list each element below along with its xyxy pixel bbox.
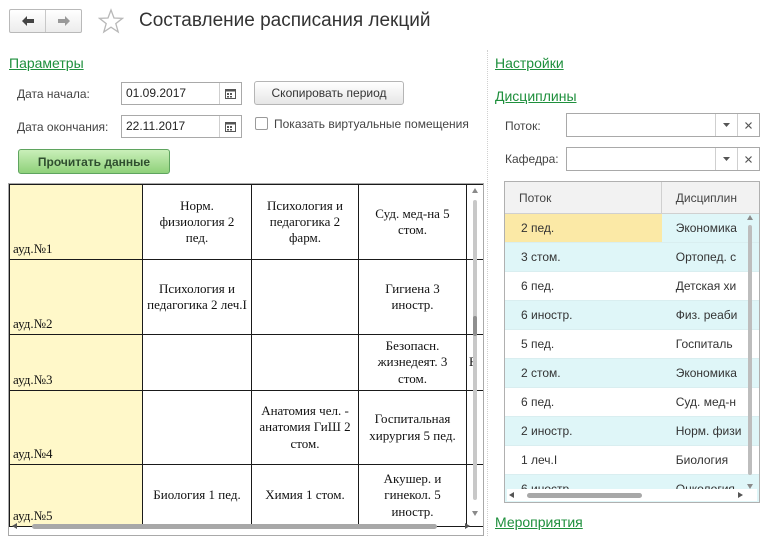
list-item[interactable]: 6 пед. Суд. мед-н bbox=[505, 388, 759, 417]
start-date-calendar-button[interactable] bbox=[219, 83, 241, 104]
lecture-cell[interactable] bbox=[251, 334, 359, 391]
stream-cell: 3 стом. bbox=[521, 250, 561, 264]
end-date-label: Дата окончания: bbox=[17, 120, 109, 134]
department-field[interactable] bbox=[566, 147, 760, 171]
lecture-cell[interactable]: Психология и педагогика 2 фарм. bbox=[251, 184, 359, 260]
start-date-field[interactable]: 01.09.2017 bbox=[121, 82, 242, 105]
column-header-discipline[interactable]: Дисциплин bbox=[662, 182, 759, 213]
virtual-rooms-checkbox[interactable] bbox=[255, 117, 268, 130]
stream-label: Поток: bbox=[505, 119, 541, 133]
schedule-horizontal-scrollbar[interactable] bbox=[10, 520, 472, 532]
schedule-row: ауд.№3 Безопасн. жизнедеят. 3 стом. В bbox=[9, 334, 483, 391]
end-date-calendar-button[interactable] bbox=[219, 116, 241, 137]
start-date-value[interactable]: 01.09.2017 bbox=[122, 83, 219, 104]
calendar-icon bbox=[225, 122, 236, 132]
lecture-cell[interactable] bbox=[142, 334, 252, 391]
stream-cell: 6 пед. bbox=[521, 279, 555, 293]
department-label: Кафедра: bbox=[505, 152, 559, 166]
lecture-cell[interactable]: Химия 1 стом. bbox=[251, 464, 359, 527]
lecture-cell[interactable]: Акушер. и гинекол. 5 иностр. bbox=[358, 464, 467, 527]
disciplines-horizontal-scrollbar[interactable] bbox=[507, 489, 757, 501]
department-clear-button[interactable] bbox=[737, 148, 759, 170]
events-section-link[interactable]: Мероприятия bbox=[495, 514, 583, 530]
arrow-left-icon bbox=[21, 16, 34, 26]
arrow-right-icon bbox=[57, 16, 70, 26]
star-icon bbox=[97, 8, 125, 34]
list-item[interactable]: 2 иностр. Норм. физи bbox=[505, 417, 759, 446]
parameters-section-link[interactable]: Параметры bbox=[9, 55, 84, 71]
lecture-cell[interactable]: Гигиена 3 иностр. bbox=[358, 259, 467, 335]
end-date-field[interactable]: 22.11.2017 bbox=[121, 115, 242, 138]
lecture-cell[interactable] bbox=[142, 390, 252, 465]
lecture-cell[interactable]: Анатомия чел. - анатомия ГиШ 2 стом. bbox=[251, 390, 359, 465]
copy-period-button[interactable]: Скопировать период bbox=[254, 81, 404, 105]
favorite-star-button[interactable] bbox=[97, 8, 125, 34]
schedule-row: ауд.№4 Анатомия чел. - анатомия ГиШ 2 ст… bbox=[9, 390, 483, 465]
list-item[interactable]: 5 пед. Госпиталь bbox=[505, 330, 759, 359]
lecture-cell[interactable]: Психология и педагогика 2 леч.I bbox=[142, 259, 252, 335]
panel-separator bbox=[487, 50, 488, 536]
list-item[interactable]: 2 пед. Экономика bbox=[505, 214, 759, 243]
room-cell[interactable]: ауд.№5 bbox=[9, 464, 143, 527]
lecture-cell[interactable]: Госпитальная хирургия 5 пед. bbox=[358, 390, 467, 465]
lecture-cell[interactable]: Норм. физиология 2 пед. bbox=[142, 184, 252, 260]
stream-cell: 2 стом. bbox=[521, 366, 561, 380]
stream-cell: 1 леч.I bbox=[521, 453, 558, 467]
list-item[interactable]: 6 пед. Детская хи bbox=[505, 272, 759, 301]
close-icon bbox=[745, 121, 752, 129]
stream-value[interactable] bbox=[567, 114, 715, 136]
department-value[interactable] bbox=[567, 148, 715, 170]
schedule-row: ауд.№2 Психология и педагогика 2 леч.I Г… bbox=[9, 259, 483, 335]
schedule-row: ауд.№1 Норм. физиология 2 пед. Психологи… bbox=[9, 184, 483, 260]
close-icon bbox=[745, 155, 752, 163]
stream-clear-button[interactable] bbox=[737, 114, 759, 136]
room-cell[interactable]: ауд.№4 bbox=[9, 390, 143, 465]
stream-cell: 6 пед. bbox=[521, 395, 555, 409]
back-button[interactable] bbox=[10, 10, 45, 32]
lecture-cell[interactable]: Биология 1 пед. bbox=[142, 464, 252, 527]
schedule-vertical-scrollbar[interactable] bbox=[470, 186, 480, 518]
column-header-stream[interactable]: Поток bbox=[505, 182, 662, 213]
calendar-icon bbox=[225, 89, 236, 99]
page-title: Составление расписания лекций bbox=[139, 10, 431, 31]
room-cell[interactable]: ауд.№2 bbox=[9, 259, 143, 335]
navigation-buttons bbox=[9, 9, 82, 33]
room-cell[interactable]: ауд.№3 bbox=[9, 334, 143, 391]
disciplines-list-header: Поток Дисциплин bbox=[505, 182, 759, 214]
stream-cell: 5 пед. bbox=[521, 337, 555, 351]
room-cell[interactable]: ауд.№1 bbox=[9, 184, 143, 260]
settings-section-link[interactable]: Настройки bbox=[495, 55, 564, 71]
lecture-cell[interactable]: Суд. мед-на 5 стом. bbox=[358, 184, 467, 260]
stream-cell: 2 иностр. bbox=[521, 424, 573, 438]
chevron-down-icon bbox=[723, 157, 730, 161]
start-date-label: Дата начала: bbox=[17, 87, 90, 101]
disciplines-list: Поток Дисциплин 2 пед. Экономика 3 стом.… bbox=[504, 181, 760, 503]
schedule-row: ауд.№5 Биология 1 пед. Химия 1 стом. Аку… bbox=[9, 464, 483, 527]
disciplines-vertical-scrollbar[interactable] bbox=[745, 213, 755, 491]
lecture-cell[interactable]: Безопасн. жизнедеят. 3 стом. bbox=[358, 334, 467, 391]
read-data-button[interactable]: Прочитать данные bbox=[18, 149, 170, 174]
end-date-value[interactable]: 22.11.2017 bbox=[122, 116, 219, 137]
stream-cell: 6 иностр. bbox=[521, 308, 573, 322]
schedule-grid: ауд.№1 Норм. физиология 2 пед. Психологи… bbox=[8, 183, 484, 536]
lecture-cell[interactable] bbox=[251, 259, 359, 335]
list-item[interactable]: 1 леч.I Биология bbox=[505, 446, 759, 475]
list-item[interactable]: 3 стом. Ортопед. с bbox=[505, 243, 759, 272]
list-item[interactable]: 6 иностр. Физ. реаби bbox=[505, 301, 759, 330]
department-dropdown-button[interactable] bbox=[715, 148, 737, 170]
list-item[interactable]: 2 стом. Экономика bbox=[505, 359, 759, 388]
virtual-rooms-label[interactable]: Показать виртуальные помещения bbox=[274, 117, 469, 131]
disciplines-section-link[interactable]: Дисциплины bbox=[495, 88, 577, 104]
stream-dropdown-button[interactable] bbox=[715, 114, 737, 136]
stream-cell: 2 пед. bbox=[521, 221, 555, 235]
chevron-down-icon bbox=[723, 123, 730, 127]
forward-button[interactable] bbox=[45, 10, 81, 32]
stream-field[interactable] bbox=[566, 113, 760, 137]
